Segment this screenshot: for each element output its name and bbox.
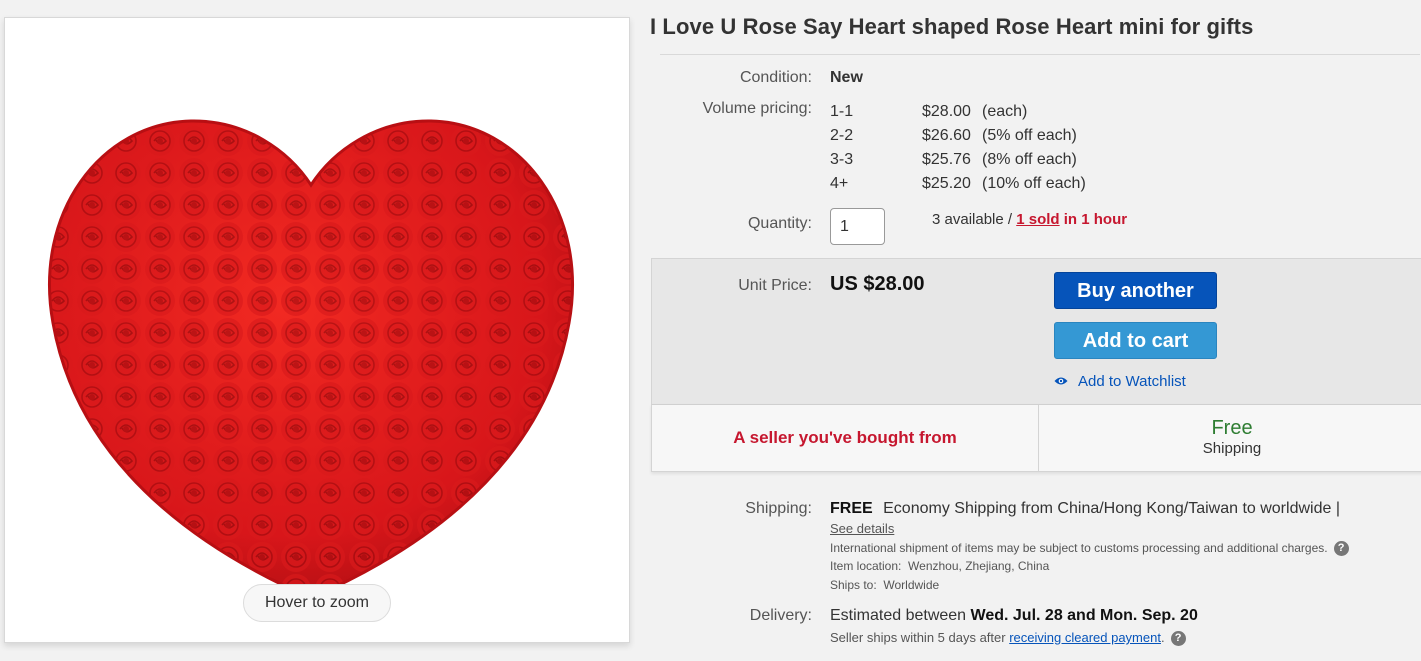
customs-note-text: International shipment of items may be s… [830,541,1328,555]
ships-to-label: Ships to: [830,578,877,592]
tier-price: $26.60 [922,127,971,144]
tier-range: 3-3 [830,151,854,168]
condition-label: Condition: [739,69,812,86]
sold-timeframe: in 1 hour [1059,211,1128,228]
delivery-dates: Wed. Jul. 28 and Mon. Sep. 20 [970,607,1198,624]
tier-range: 2-2 [830,127,854,144]
available-count: 3 available / [932,211,1017,228]
trust-badges: A seller you've bought from Free Shippin… [651,404,1421,472]
seller-badge: A seller you've bought from [733,428,957,447]
item-location-value: Wenzhou, Zhejiang, China [908,559,1050,573]
shipping-free: FREE [830,500,873,517]
help-icon[interactable]: ? [1333,541,1349,557]
shipping-summary: FREE Economy Shipping from China/Hong Ko… [830,500,1340,518]
condition-value: New [830,69,863,86]
watchlist-label: Add to Watchlist [1078,373,1186,390]
cleared-payment-link[interactable]: receiving cleared payment [1009,630,1161,645]
delivery-note: Seller ships within 5 days after receivi… [830,630,1186,647]
eye-icon [1054,377,1068,385]
ships-to-value: Worldwide [883,578,940,592]
delivery-label: Delivery: [749,607,812,624]
buy-another-button[interactable]: Buy another [1054,272,1217,309]
shipping-label: Shipping: [745,500,812,517]
tier-note: (5% off each) [982,127,1077,144]
shipping-description: Economy Shipping from China/Hong Kong/Ta… [883,500,1340,517]
product-image-panel: Hover to zoom [4,17,630,643]
delivery-note-prefix: Seller ships within 5 days after [830,630,1010,645]
delivery-estimate: Estimated between Wed. Jul. 28 and Mon. … [830,607,1198,625]
delivery-note-suffix: . [1160,630,1165,645]
customs-note: International shipment of items may be s… [830,541,1349,557]
unit-price-value: US $28.00 [830,273,925,295]
product-image[interactable] [41,93,581,603]
tier-range: 4+ [830,175,849,192]
add-to-watchlist-link[interactable]: Add to Watchlist [1054,373,1186,390]
free-shipping-badge: Free Shipping [1039,417,1421,459]
tier-price: $28.00 [922,103,971,120]
ships-to: Ships to: Worldwide [830,578,939,592]
free-label: Free [1211,417,1253,439]
tier-note: (each) [982,103,1028,120]
see-details-link[interactable]: See details [830,521,894,536]
quantity-label: Quantity: [747,215,812,232]
shipping-label: Shipping [1202,440,1262,457]
help-icon[interactable]: ? [1170,631,1186,647]
hover-to-zoom-hint: Hover to zoom [243,584,391,622]
delivery-prefix: Estimated between [830,607,971,624]
product-title: I Love U Rose Say Heart shaped Rose Hear… [650,14,1254,39]
tier-note: (10% off each) [982,175,1086,192]
volume-pricing-label: Volume pricing: [702,100,812,117]
availability-text: 3 available / 1 sold in 1 hour [932,211,1127,228]
tier-price: $25.20 [922,175,971,192]
title-divider [660,54,1420,55]
item-location: Item location: Wenzhou, Zhejiang, China [830,559,1049,573]
sold-count-link[interactable]: 1 sold [1016,211,1059,228]
item-location-label: Item location: [830,559,902,573]
unit-price-label: Unit Price: [738,277,812,294]
quantity-input[interactable] [830,208,885,245]
tier-price: $25.76 [922,151,971,168]
tier-range: 1-1 [830,103,854,120]
add-to-cart-button[interactable]: Add to cart [1054,322,1217,359]
tier-note: (8% off each) [982,151,1077,168]
